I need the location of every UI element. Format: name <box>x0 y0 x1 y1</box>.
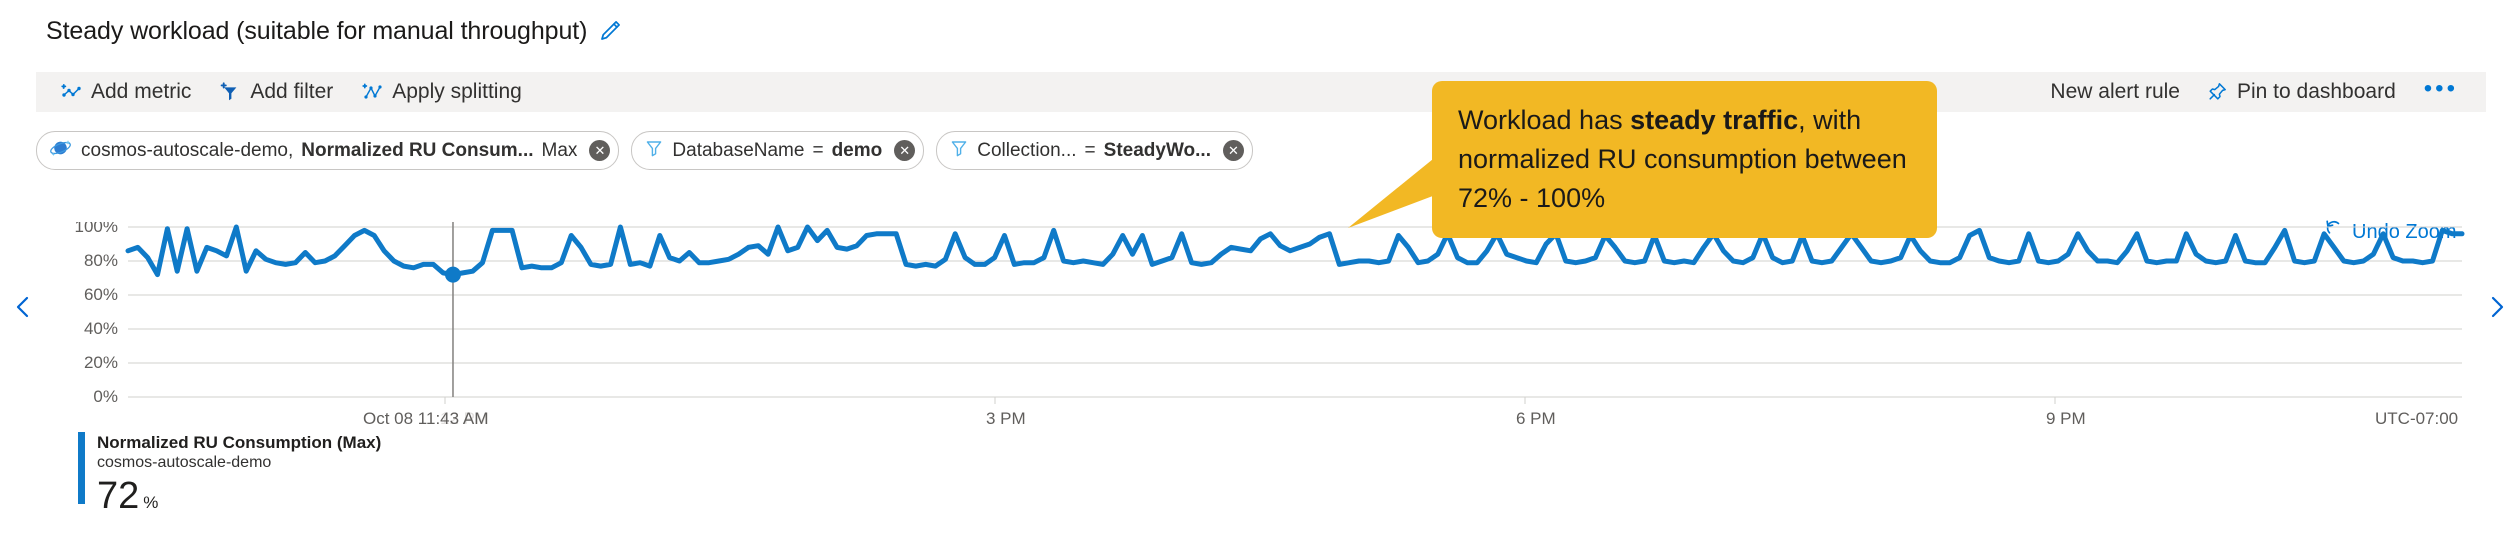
more-options-button[interactable]: ••• <box>2410 77 2472 105</box>
legend-series-name: Normalized RU Consumption (Max) <box>97 433 382 452</box>
callout-text-before: Workload has <box>1458 105 1631 135</box>
filter-icon <box>949 138 969 164</box>
add-metric-label: Add metric <box>91 80 192 103</box>
toolbar-right-group: New alert rule Pin to dashboard ••• <box>2038 75 2486 109</box>
legend-value-block: 72 % <box>97 476 381 516</box>
add-metric-icon <box>60 81 82 103</box>
annotation-callout: Workload has steady traffic, with normal… <box>1432 81 1937 238</box>
chart-toolbar: Add metric Add filter Apply splitting Ne… <box>36 72 2486 112</box>
x-axis-label-1: 3 PM <box>986 409 1026 428</box>
y-axis-label-4: 20% <box>84 353 118 372</box>
filter-chip-collection-close-icon[interactable]: ✕ <box>1222 140 1244 161</box>
pin-to-dashboard-label: Pin to dashboard <box>2236 80 2396 103</box>
add-filter-label: Add filter <box>250 80 334 103</box>
series-line[interactable] <box>125 224 2465 278</box>
legend-text-block: Normalized RU Consumption (Max) cosmos-a… <box>97 432 381 516</box>
chart-svg[interactable]: 100% 80% 60% 40% 20% 0% <box>0 217 2518 422</box>
filter-chip-value: demo <box>831 139 883 161</box>
y-axis-label-5: 0% <box>93 387 118 406</box>
y-axis-label-0: 100% <box>75 222 118 236</box>
pin-to-dashboard-button[interactable]: Pin to dashboard <box>2194 75 2408 109</box>
filter-chip-operator: = <box>1084 139 1096 161</box>
filter-chip-key: Collection... <box>977 139 1077 161</box>
add-filter-icon <box>219 81 241 103</box>
hover-data-point[interactable] <box>444 266 461 283</box>
timezone-label: UTC-07:00 <box>2375 409 2459 428</box>
legend-color-swatch <box>78 432 85 504</box>
add-filter-button[interactable]: Add filter <box>207 75 345 109</box>
page-title: Steady workload (suitable for manual thr… <box>46 16 588 45</box>
filter-icon <box>644 138 664 164</box>
legend-value-number: 72 <box>97 475 140 517</box>
cosmos-db-icon <box>49 136 73 166</box>
callout-text: Workload has steady traffic, with normal… <box>1458 101 1911 218</box>
toolbar-left-group: Add metric Add filter Apply splitting <box>36 75 534 109</box>
apply-splitting-label: Apply splitting <box>392 80 522 103</box>
filter-chip-database-close-icon[interactable]: ✕ <box>894 140 916 161</box>
apply-splitting-button[interactable]: Apply splitting <box>349 75 534 109</box>
y-axis-label-3: 40% <box>84 319 118 338</box>
apply-splitting-icon <box>361 81 383 103</box>
metrics-chart[interactable]: 100% 80% 60% 40% 20% 0% <box>0 217 2518 422</box>
x-axis-label-3: 9 PM <box>2046 409 2086 428</box>
filter-chip-operator: = <box>812 139 824 161</box>
legend-resource-name: cosmos-autoscale-demo <box>97 454 272 471</box>
chart-legend[interactable]: Normalized RU Consumption (Max) cosmos-a… <box>78 432 381 516</box>
metric-chip-close-icon[interactable]: ✕ <box>589 140 611 161</box>
x-axis-label-0: Oct 08 11:43 AM <box>363 409 489 428</box>
filter-chip-collection[interactable]: Collection... = SteadyWo... ✕ <box>936 131 1253 170</box>
x-axis-label-2: 6 PM <box>1516 409 1556 428</box>
pin-icon <box>2206 81 2228 103</box>
pencil-icon[interactable] <box>597 18 623 44</box>
filter-chip-value: SteadyWo... <box>1103 139 1211 161</box>
chart-title-row: Steady workload (suitable for manual thr… <box>46 16 623 46</box>
legend-value-unit: % <box>143 493 159 512</box>
metric-chip[interactable]: cosmos-autoscale-demo, Normalized RU Con… <box>36 131 620 170</box>
filter-chip-key: DatabaseName <box>672 139 805 161</box>
new-alert-rule-label: New alert rule <box>2050 80 2180 103</box>
filter-chip-database[interactable]: DatabaseName = demo ✕ <box>631 131 925 170</box>
metric-chip-resource: cosmos-autoscale-demo, <box>81 139 294 161</box>
y-axis-label-2: 60% <box>84 285 118 304</box>
new-alert-rule-button[interactable]: New alert rule <box>2038 75 2192 109</box>
filter-chip-row: cosmos-autoscale-demo, Normalized RU Con… <box>36 131 1253 170</box>
metric-chip-metric: Normalized RU Consum... <box>301 139 534 161</box>
y-axis-label-1: 80% <box>84 251 118 270</box>
add-metric-button[interactable]: Add metric <box>48 75 203 109</box>
metric-chip-aggregation: Max <box>541 139 578 161</box>
callout-text-bold: steady traffic <box>1630 105 1799 135</box>
